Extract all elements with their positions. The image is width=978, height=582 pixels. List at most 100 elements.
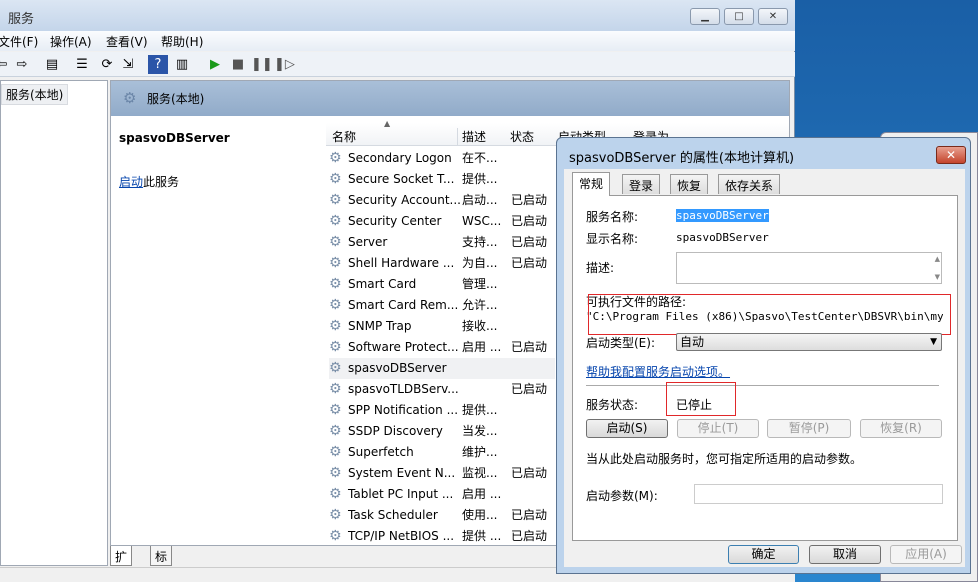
tree-item-services-local[interactable]: 服务(本地) [1, 84, 69, 105]
service-row[interactable]: ⚙ System Event N... 监视... 已启动 [329, 463, 555, 484]
help-configure-link[interactable]: 帮助我配置服务启动选项。 [586, 363, 730, 380]
apply-button[interactable]: 应用(A) [890, 545, 962, 564]
service-row[interactable]: ⚙ Secure Socket T... 提供... [329, 169, 555, 190]
service-row[interactable]: ⚙ Security Account... 启动... 已启动 [329, 190, 555, 211]
start-service-text: 启动此服务 [119, 173, 179, 190]
startup-type-select[interactable]: 自动 ▼ [676, 333, 942, 351]
start-service-icon[interactable]: ▶ [205, 55, 225, 74]
service-name: SNMP Trap [348, 319, 412, 333]
service-row[interactable]: ⚙ Tablet PC Input ... 启用 ... [329, 484, 555, 505]
gear-icon: ⚙ [123, 89, 137, 107]
service-name: Security Account... [348, 193, 461, 207]
pane-header-title: 服务(本地) [147, 92, 205, 106]
maximize-button[interactable]: □ [724, 8, 754, 25]
service-status: 已启动 [511, 466, 548, 480]
service-row[interactable]: ⚙ Smart Card 管理... [329, 274, 555, 295]
description-box[interactable]: ▲ ▼ [676, 252, 942, 284]
service-row[interactable]: ⚙ spasvoDBServer [329, 358, 555, 379]
gear-icon: ⚙ [329, 444, 342, 460]
resume-button[interactable]: 恢复(R) [860, 419, 942, 438]
gear-icon: ⚙ [329, 360, 342, 376]
start-service-link[interactable]: 启动 [119, 175, 143, 189]
menu-view[interactable]: 查看(V) [106, 33, 148, 50]
gear-icon: ⚙ [329, 507, 342, 523]
service-row[interactable]: ⚙ Software Protect... 启用 ... 已启动 [329, 337, 555, 358]
start-button[interactable]: 启动(S) [586, 419, 668, 438]
gear-icon: ⚙ [329, 381, 342, 397]
help-icon[interactable]: ? [148, 55, 168, 74]
start-suffix: 此服务 [143, 175, 180, 189]
export-list-icon[interactable]: ⇲ [118, 55, 138, 74]
column-status[interactable]: 状态 [510, 128, 534, 145]
column-description[interactable]: 描述 [457, 128, 486, 145]
forward-icon[interactable]: ⇨ [12, 55, 32, 74]
menu-action[interactable]: 操作(A) [50, 33, 92, 50]
minimize-button[interactable]: ▁ [690, 8, 720, 25]
cancel-button[interactable]: 取消 [809, 545, 881, 564]
column-name[interactable]: 名称 [332, 128, 356, 145]
service-row[interactable]: ⚙ SPP Notification ... 提供... [329, 400, 555, 421]
tree-pane: 服务(本地) [0, 80, 108, 566]
service-row[interactable]: ⚙ Security Center WSC... 已启动 [329, 211, 555, 232]
service-row[interactable]: ⚙ SNMP Trap 接收... [329, 316, 555, 337]
action-pane-icon[interactable]: ▥ [172, 55, 192, 74]
gear-icon: ⚙ [329, 150, 342, 166]
tab-recovery[interactable]: 恢复 [670, 174, 709, 194]
service-status: 已启动 [511, 235, 548, 249]
show-hide-tree-icon[interactable]: ▤ [42, 55, 62, 74]
service-name: Task Scheduler [348, 508, 438, 522]
properties-dialog: spasvoDBServer 的属性(本地计算机) ✕ 常规 登录 恢复 依存关… [556, 137, 971, 574]
stop-service-icon[interactable]: ■ [228, 55, 248, 74]
display-name-label: 显示名称: [586, 232, 639, 246]
gear-icon: ⚙ [329, 318, 342, 334]
close-button[interactable]: ✕ [758, 8, 788, 25]
service-description: 监视... [462, 466, 498, 480]
service-description: 提供... [462, 403, 498, 417]
dialog-title: spasvoDBServer 的属性(本地计算机) [569, 151, 795, 166]
service-description: 接收... [462, 319, 498, 333]
dialog-close-button[interactable]: ✕ [936, 146, 966, 164]
service-row[interactable]: ⚙ Secondary Logon 在不... [329, 148, 555, 169]
tab-extended[interactable]: 扩展 [110, 546, 133, 581]
service-name: System Event N... [348, 466, 456, 480]
service-row[interactable]: ⚙ Task Scheduler 使用... 已启动 [329, 505, 555, 526]
service-row[interactable]: ⚙ Shell Hardware ... 为自... 已启动 [329, 253, 555, 274]
menu-file[interactable]: 文件(F) [0, 33, 38, 50]
service-name: TCP/IP NetBIOS ... [348, 529, 455, 543]
service-name: Superfetch [348, 445, 414, 459]
pause-button[interactable]: 暂停(P) [767, 419, 851, 438]
restart-service-icon[interactable]: ❚▷ [274, 55, 295, 74]
menu-help[interactable]: 帮助(H) [161, 33, 203, 50]
service-row[interactable]: ⚙ SSDP Discovery 当发... [329, 421, 555, 442]
properties-icon[interactable]: ☰ [72, 55, 92, 74]
service-row[interactable]: ⚙ Smart Card Rem... 允许... [329, 295, 555, 316]
service-name: SSDP Discovery [348, 424, 443, 438]
service-row[interactable]: ⚙ TCP/IP NetBIOS ... 提供 ... 已启动 [329, 526, 555, 547]
display-name-value[interactable]: spasvoDBServer [676, 231, 769, 244]
tab-standard[interactable]: 标准 [150, 546, 173, 581]
scroll-up-icon[interactable]: ▲ [935, 255, 940, 263]
back-icon[interactable]: ⇦ [0, 55, 12, 74]
tab-general[interactable]: 常规 [572, 172, 611, 196]
gear-icon: ⚙ [329, 339, 342, 355]
service-status: 已启动 [511, 508, 548, 522]
service-row[interactable]: ⚙ Superfetch 维护... [329, 442, 555, 463]
sort-ascending-icon: ▲ [384, 119, 391, 128]
tab-dependencies[interactable]: 依存关系 [718, 174, 781, 194]
service-description: 启用 ... [462, 340, 502, 354]
stop-button[interactable]: 停止(T) [677, 419, 759, 438]
service-row[interactable]: ⚙ Server 支持... 已启动 [329, 232, 555, 253]
scroll-down-icon[interactable]: ▼ [935, 273, 940, 281]
pause-service-icon[interactable]: ❚❚ [251, 55, 273, 74]
service-name-label: 服务名称: [586, 210, 639, 224]
startup-type-value: 自动 [680, 335, 705, 349]
tab-logon[interactable]: 登录 [622, 174, 661, 194]
service-row[interactable]: ⚙ spasvoTLDBServ... 已启动 [329, 379, 555, 400]
refresh-icon[interactable]: ⟳ [97, 55, 117, 74]
general-panel: 服务名称: spasvoDBServer 显示名称: spasvoDBServe… [572, 195, 958, 541]
ok-button[interactable]: 确定 [728, 545, 799, 564]
gear-icon: ⚙ [329, 402, 342, 418]
service-name-value[interactable]: spasvoDBServer [676, 209, 769, 222]
start-params-input[interactable] [694, 484, 943, 504]
service-description: 启用 ... [462, 487, 502, 501]
